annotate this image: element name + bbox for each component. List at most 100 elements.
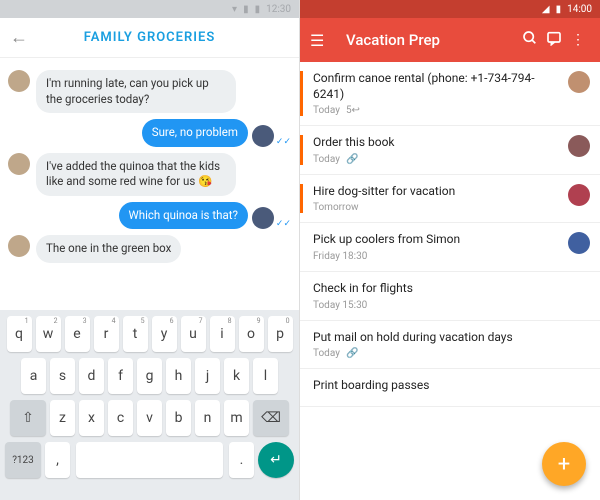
key-i[interactable]: i8 [210, 316, 235, 352]
key-q[interactable]: q1 [7, 316, 32, 352]
priority-bar [300, 378, 303, 397]
add-task-fab[interactable]: + [542, 442, 586, 486]
assignee-avatar[interactable] [568, 184, 590, 206]
priority-bar [300, 330, 303, 360]
chat-icon[interactable] [542, 30, 566, 50]
key-r[interactable]: r4 [94, 316, 119, 352]
period-key[interactable]: . [229, 442, 254, 478]
priority-bar [300, 184, 303, 214]
avatar[interactable] [8, 153, 30, 175]
message-bubble[interactable]: Sure, no problem [142, 119, 248, 147]
key-u[interactable]: u7 [181, 316, 206, 352]
key-n[interactable]: n [195, 400, 220, 436]
task-row[interactable]: Order this book Today🔗 [300, 126, 600, 175]
more-icon[interactable]: ⋮ [566, 32, 590, 48]
key-p[interactable]: p0 [268, 316, 293, 352]
key-v[interactable]: v [137, 400, 162, 436]
task-title: Put mail on hold during vacation days [313, 330, 590, 346]
chat-body: I'm running late, can you pick up the gr… [0, 58, 299, 310]
message-in: I'm running late, can you pick up the gr… [8, 70, 291, 113]
key-e[interactable]: e3 [65, 316, 90, 352]
key-x[interactable]: x [79, 400, 104, 436]
task-row[interactable]: Hire dog-sitter for vacation Tomorrow [300, 175, 600, 224]
key-l[interactable]: l [253, 358, 278, 394]
task-title: Pick up coolers from Simon [313, 232, 562, 248]
task-meta: Today5↩ [313, 105, 562, 116]
priority-bar [300, 281, 303, 311]
priority-bar [300, 232, 303, 262]
avatar[interactable] [8, 235, 30, 257]
task-meta: Tomorrow [313, 202, 562, 213]
symbols-key[interactable]: ?123 [5, 442, 41, 478]
task-meta: Today 15:30 [313, 300, 590, 311]
task-row[interactable]: Pick up coolers from Simon Friday 18:30 [300, 223, 600, 272]
message-in: The one in the green box [8, 235, 291, 263]
key-f[interactable]: f [108, 358, 133, 394]
backspace-key[interactable]: ⌫ [253, 400, 289, 436]
back-button[interactable]: ← [10, 27, 34, 48]
key-w[interactable]: w2 [36, 316, 61, 352]
key-y[interactable]: y6 [152, 316, 177, 352]
avatar[interactable] [252, 207, 274, 229]
message-bubble[interactable]: Which quinoa is that? [119, 202, 248, 230]
attachment-icon: 🔗 [346, 348, 358, 359]
wifi-icon: ▾ [232, 4, 237, 15]
task-meta: Friday 18:30 [313, 251, 562, 262]
task-row[interactable]: Print boarding passes [300, 369, 600, 407]
battery-icon: ▮ [255, 4, 261, 15]
task-meta: Today🔗 [313, 154, 562, 165]
chat-header: ← FAMILY GROCERIES [0, 18, 299, 58]
space-key[interactable] [76, 442, 223, 478]
key-h[interactable]: h [166, 358, 191, 394]
status-time: 14:00 [567, 4, 592, 15]
key-g[interactable]: g [137, 358, 162, 394]
task-row[interactable]: Confirm canoe rental (phone: +1-734-794-… [300, 62, 600, 126]
task-list[interactable]: Confirm canoe rental (phone: +1-734-794-… [300, 62, 600, 500]
message-out: Which quinoa is that? ✓✓ [8, 202, 291, 230]
task-row[interactable]: Check in for flights Today 15:30 [300, 272, 600, 321]
todo-pane: ◢ ▮ 14:00 ☰ Vacation Prep ⋮ Confirm cano… [300, 0, 600, 500]
status-time: 12:30 [266, 4, 291, 15]
signal-icon: ▮ [243, 4, 249, 15]
message-bubble[interactable]: The one in the green box [36, 235, 181, 263]
task-title: Print boarding passes [313, 378, 590, 394]
chat-pane: ▾ ▮ ▮ 12:30 ← FAMILY GROCERIES I'm runni… [0, 0, 300, 500]
assignee-avatar[interactable] [568, 135, 590, 157]
key-b[interactable]: b [166, 400, 191, 436]
task-meta: Today🔗 [313, 348, 590, 359]
message-bubble[interactable]: I've added the quinoa that the kids like… [36, 153, 236, 196]
key-m[interactable]: m [224, 400, 249, 436]
comma-key[interactable]: , [45, 442, 70, 478]
attachment-icon: 🔗 [346, 154, 358, 165]
task-title: Check in for flights [313, 281, 590, 297]
key-z[interactable]: z [50, 400, 75, 436]
key-t[interactable]: t5 [123, 316, 148, 352]
assignee-avatar[interactable] [568, 232, 590, 254]
avatar[interactable] [8, 70, 30, 92]
task-row[interactable]: Put mail on hold during vacation days To… [300, 321, 600, 370]
message-out: Sure, no problem ✓✓ [8, 119, 291, 147]
menu-button[interactable]: ☰ [310, 31, 334, 50]
key-k[interactable]: k [224, 358, 249, 394]
key-s[interactable]: s [50, 358, 75, 394]
shift-key[interactable]: ⇧ [10, 400, 46, 436]
task-extra: 5↩ [346, 105, 360, 116]
enter-key[interactable]: ↵ [258, 442, 294, 478]
message-in: I've added the quinoa that the kids like… [8, 153, 291, 196]
task-title: Hire dog-sitter for vacation [313, 184, 562, 200]
task-title: Order this book [313, 135, 562, 151]
read-ticks-icon: ✓✓ [276, 219, 291, 229]
key-d[interactable]: d [79, 358, 104, 394]
key-c[interactable]: c [108, 400, 133, 436]
key-o[interactable]: o9 [239, 316, 264, 352]
battery-icon: ▮ [556, 4, 562, 15]
avatar[interactable] [252, 125, 274, 147]
task-title: Confirm canoe rental (phone: +1-734-794-… [313, 71, 562, 102]
message-bubble[interactable]: I'm running late, can you pick up the gr… [36, 70, 236, 113]
key-j[interactable]: j [195, 358, 220, 394]
key-a[interactable]: a [21, 358, 46, 394]
keyboard: q1w2e3r4t5y6u7i8o9p0 asdfghjkl ⇧zxcvbnm⌫… [0, 310, 299, 500]
assignee-avatar[interactable] [568, 71, 590, 93]
search-icon[interactable] [518, 30, 542, 50]
list-title: Vacation Prep [334, 31, 518, 49]
